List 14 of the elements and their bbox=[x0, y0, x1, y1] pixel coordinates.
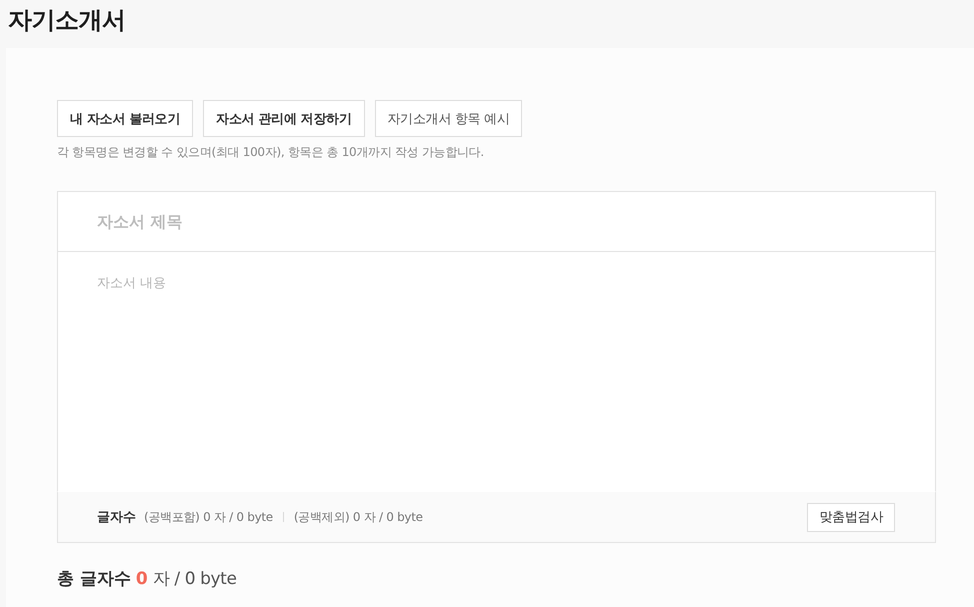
counter-label: 글자수 bbox=[97, 509, 136, 526]
title-field[interactable]: 자소서 제목 bbox=[57, 191, 936, 251]
toolbar-button[interactable]: 내 자소서 불러오기 bbox=[57, 100, 194, 137]
count-with-spaces: (공백포함) 0 자 / 0 byte bbox=[144, 508, 273, 526]
count-without-spaces: (공백제외) 0 자 / 0 byte bbox=[294, 508, 423, 526]
total-label: 총 글자수 bbox=[57, 568, 131, 590]
toolbar-button[interactable]: 자기소개서 항목 예시 bbox=[374, 100, 522, 137]
hint-text: 각 항목명은 변경할 수 있으며(최대 100자), 항목은 총 10개까지 작성 가능합니다. bbox=[57, 144, 484, 161]
spell-check-button[interactable]: 맞춤법검사 bbox=[807, 502, 895, 532]
total-byte-count: 자 / 0 byte bbox=[152, 568, 236, 590]
toolbar-button[interactable]: 자소서 관리에 저장하기 bbox=[203, 100, 365, 137]
body-field[interactable]: 자소서 내용 bbox=[57, 251, 936, 492]
page-title: 자기소개서 bbox=[8, 5, 126, 36]
total-char-count: 0 bbox=[136, 569, 148, 589]
